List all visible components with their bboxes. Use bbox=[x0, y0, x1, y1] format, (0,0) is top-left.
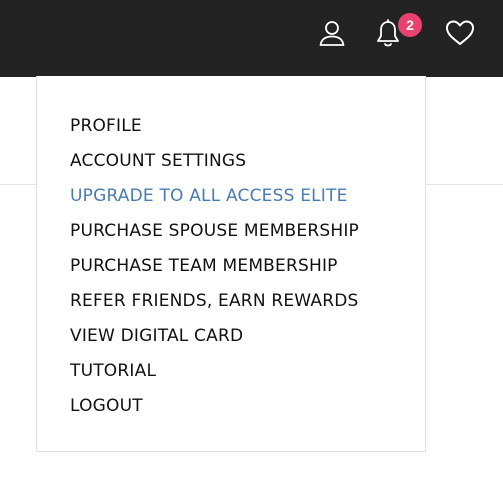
menu-item-profile[interactable]: PROFILE bbox=[70, 112, 359, 147]
user-icon bbox=[319, 21, 345, 46]
menu-item-refer-friends[interactable]: REFER FRIENDS, EARN REWARDS bbox=[70, 287, 359, 322]
menu-item-upgrade-elite[interactable]: UPGRADE TO ALL ACCESS ELITE bbox=[70, 182, 359, 217]
menu-item-tutorial[interactable]: TUTORIAL bbox=[70, 357, 359, 392]
account-menu-list: PROFILE ACCOUNT SETTINGS UPGRADE TO ALL … bbox=[70, 112, 359, 427]
heart-icon bbox=[446, 20, 474, 45]
menu-item-logout[interactable]: LOGOUT bbox=[70, 392, 359, 427]
top-nav-bar: 2 bbox=[0, 0, 503, 77]
account-dropdown-menu: PROFILE ACCOUNT SETTINGS UPGRADE TO ALL … bbox=[36, 76, 426, 452]
favorites-button[interactable] bbox=[443, 16, 477, 50]
account-button[interactable] bbox=[315, 16, 349, 50]
menu-item-account-settings[interactable]: ACCOUNT SETTINGS bbox=[70, 147, 359, 182]
menu-item-purchase-spouse-membership[interactable]: PURCHASE SPOUSE MEMBERSHIP bbox=[70, 217, 359, 252]
notification-count-badge: 2 bbox=[398, 13, 422, 37]
menu-item-view-digital-card[interactable]: VIEW DIGITAL CARD bbox=[70, 322, 359, 357]
menu-item-purchase-team-membership[interactable]: PURCHASE TEAM MEMBERSHIP bbox=[70, 252, 359, 287]
